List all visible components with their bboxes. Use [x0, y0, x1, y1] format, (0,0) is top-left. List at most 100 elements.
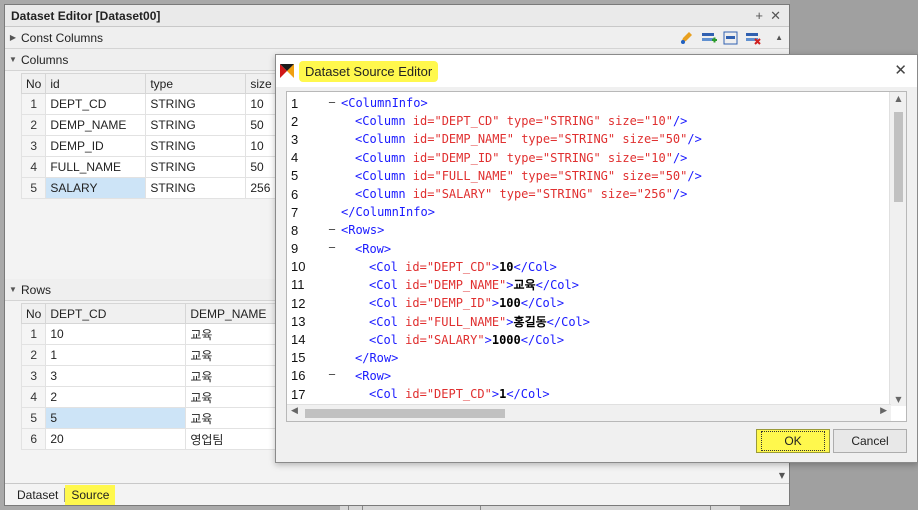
cell-dept-cd[interactable]: 3 [45, 365, 187, 387]
cell-id[interactable]: FULL_NAME [45, 156, 147, 178]
tab-dataset[interactable]: Dataset [11, 485, 64, 505]
table-row[interactable]: 4 FULL_NAME STRING 50 [20, 156, 287, 178]
scroll-up-icon[interactable]: ▲ [775, 33, 783, 42]
code-line[interactable]: 2 <Column id="DEPT_CD" type="STRING" size… [287, 112, 891, 130]
code-token: /> [687, 168, 702, 183]
cell-demp-name[interactable]: 영업팀 [185, 428, 287, 450]
horizontal-scrollbar[interactable]: ◀ ▶ [287, 404, 891, 421]
code-line[interactable]: 15 </Row> [287, 349, 891, 367]
row-header-dept-cd[interactable]: DEPT_CD [45, 303, 187, 324]
table-row[interactable]: 3 3 교육 [20, 365, 287, 387]
cancel-button[interactable]: Cancel [833, 429, 907, 453]
scroll-down-arrow-icon[interactable]: ▼ [890, 395, 907, 404]
table-row[interactable]: 2 DEMP_NAME STRING 50 [20, 114, 287, 136]
cell-type[interactable]: STRING [145, 114, 247, 136]
code-line[interactable]: 14 <Col id="SALARY">1000</Col> [287, 330, 891, 348]
table-row[interactable]: 5 5 교육 [20, 407, 287, 429]
cell-dept-cd[interactable]: 1 [45, 344, 187, 366]
code-lines: 1 ─ <ColumnInfo> 2 <Column id="DEPT_CD" type… [287, 94, 891, 403]
cell-type[interactable]: STRING [145, 135, 247, 157]
insert-row-icon[interactable] [723, 31, 739, 45]
expand-triangle-icon[interactable]: ▶ [5, 33, 21, 42]
scroll-up-arrow-icon[interactable]: ▲ [890, 94, 907, 103]
code-text: <Col id="DEMP_NAME">교육</Col> [341, 276, 891, 293]
delete-row-icon[interactable] [745, 31, 761, 45]
code-line[interactable]: 13 <Col id="FULL_NAME">홍길동</Col> [287, 312, 891, 330]
code-line[interactable]: 6 <Column id="SALARY" type="STRING" size=… [287, 185, 891, 203]
code-token: <Row> [355, 368, 392, 383]
ok-button[interactable]: OK [756, 429, 830, 453]
code-token: "10" [644, 150, 673, 165]
table-row[interactable]: 2 1 교육 [20, 344, 287, 366]
const-columns-header[interactable]: ▶ Const Columns ▲ [5, 27, 789, 49]
code-line[interactable]: 11 <Col id="DEMP_NAME">교육</Col> [287, 276, 891, 294]
add-row-icon[interactable] [701, 31, 717, 45]
code-line[interactable]: 1 ─ <ColumnInfo> [287, 94, 891, 112]
fold-marker-icon[interactable]: ─ [323, 370, 341, 381]
dialog-close-icon[interactable]: ✕ [894, 61, 907, 79]
row-number: 6 [20, 428, 47, 450]
fold-marker-icon[interactable]: ─ [323, 98, 341, 109]
cell-type[interactable]: STRING [145, 93, 247, 115]
row-number: 1 [20, 93, 47, 115]
code-line[interactable]: 12 <Col id="DEMP_ID">100</Col> [287, 294, 891, 312]
tab-source[interactable]: Source [65, 484, 116, 505]
code-text: <Column id="DEMP_ID" type="STRING" size=… [341, 151, 891, 165]
col-header-id[interactable]: id [45, 73, 147, 94]
cell-demp-name[interactable]: 교육 [185, 323, 287, 345]
cell-dept-cd[interactable]: 20 [45, 428, 187, 450]
code-line[interactable]: 7 </ColumnInfo> [287, 203, 891, 221]
collapse-triangle-icon[interactable]: ▼ [5, 55, 21, 64]
cell-type[interactable]: STRING [145, 177, 247, 199]
vertical-scroll-thumb[interactable] [894, 112, 903, 202]
code-line[interactable]: 10 <Col id="DEPT_CD">10</Col> [287, 258, 891, 276]
table-row[interactable]: 1 DEPT_CD STRING 10 [20, 93, 287, 115]
cell-dept-cd[interactable]: 10 [45, 323, 187, 345]
cell-dept-cd[interactable]: 2 [45, 386, 187, 408]
cell-demp-name[interactable]: 교육 [185, 407, 287, 429]
vertical-scrollbar[interactable]: ▲ ▼ [889, 92, 906, 406]
code-text: <Col id="DEMP_ID">100</Col> [341, 296, 891, 310]
code-line[interactable]: 16 ─ <Row> [287, 367, 891, 385]
row-header-demp-name[interactable]: DEMP_NAME [185, 303, 287, 324]
edit-icon[interactable] [679, 31, 695, 45]
table-row[interactable]: 3 DEMP_ID STRING 10 [20, 135, 287, 157]
code-line[interactable]: 8 ─ <Rows> [287, 221, 891, 239]
fold-marker-icon[interactable]: ─ [323, 225, 341, 236]
scroll-down-icon[interactable]: ▼ [779, 471, 785, 480]
col-header-type[interactable]: type [145, 73, 247, 94]
cell-dept-cd-selected[interactable]: 5 [45, 407, 187, 429]
code-line[interactable]: 5 <Column id="FULL_NAME" type="STRING" si… [287, 167, 891, 185]
code-line[interactable]: 17 <Col id="DEPT_CD">1</Col> [287, 385, 891, 403]
close-icon[interactable]: ✕ [770, 8, 781, 24]
source-code-editor[interactable]: 1 ─ <ColumnInfo> 2 <Column id="DEPT_CD" type… [286, 91, 907, 422]
cell-demp-name[interactable]: 교육 [185, 365, 287, 387]
scroll-right-arrow-icon[interactable]: ▶ [880, 406, 887, 416]
code-line[interactable]: 9 ─ <Row> [287, 240, 891, 258]
code-line[interactable]: 4 <Column id="DEMP_ID" type="STRING" size… [287, 149, 891, 167]
line-number: 1 [291, 95, 299, 111]
fold-marker-icon[interactable]: ─ [323, 243, 341, 254]
cell-demp-name[interactable]: 교육 [185, 344, 287, 366]
table-row[interactable]: 4 2 교육 [20, 386, 287, 408]
cell-demp-name[interactable]: 교육 [185, 386, 287, 408]
table-row[interactable]: 6 20 영업팀 [20, 428, 287, 450]
table-row[interactable]: 5 SALARY STRING 256 [20, 177, 287, 199]
cell-type[interactable]: STRING [145, 156, 247, 178]
cell-id[interactable]: DEMP_ID [45, 135, 147, 157]
cell-id-selected[interactable]: SALARY [45, 177, 147, 199]
app-logo-icon [280, 64, 294, 78]
cell-id[interactable]: DEPT_CD [45, 93, 147, 115]
pin-icon[interactable]: + [755, 8, 763, 23]
code-token: type= [499, 114, 543, 129]
table-row[interactable]: 1 10 교육 [20, 323, 287, 345]
horizontal-scroll-thumb[interactable] [305, 409, 505, 418]
code-line[interactable]: 3 <Column id="DEMP_NAME" type="STRING" si… [287, 130, 891, 148]
collapse-triangle-icon[interactable]: ▼ [5, 285, 21, 294]
row-header-no[interactable]: No [20, 303, 47, 324]
code-token: </Col> [520, 332, 565, 347]
code-token: id= [412, 168, 435, 183]
col-header-no[interactable]: No [20, 73, 47, 94]
scroll-left-arrow-icon[interactable]: ◀ [291, 406, 298, 416]
cell-id[interactable]: DEMP_NAME [45, 114, 147, 136]
